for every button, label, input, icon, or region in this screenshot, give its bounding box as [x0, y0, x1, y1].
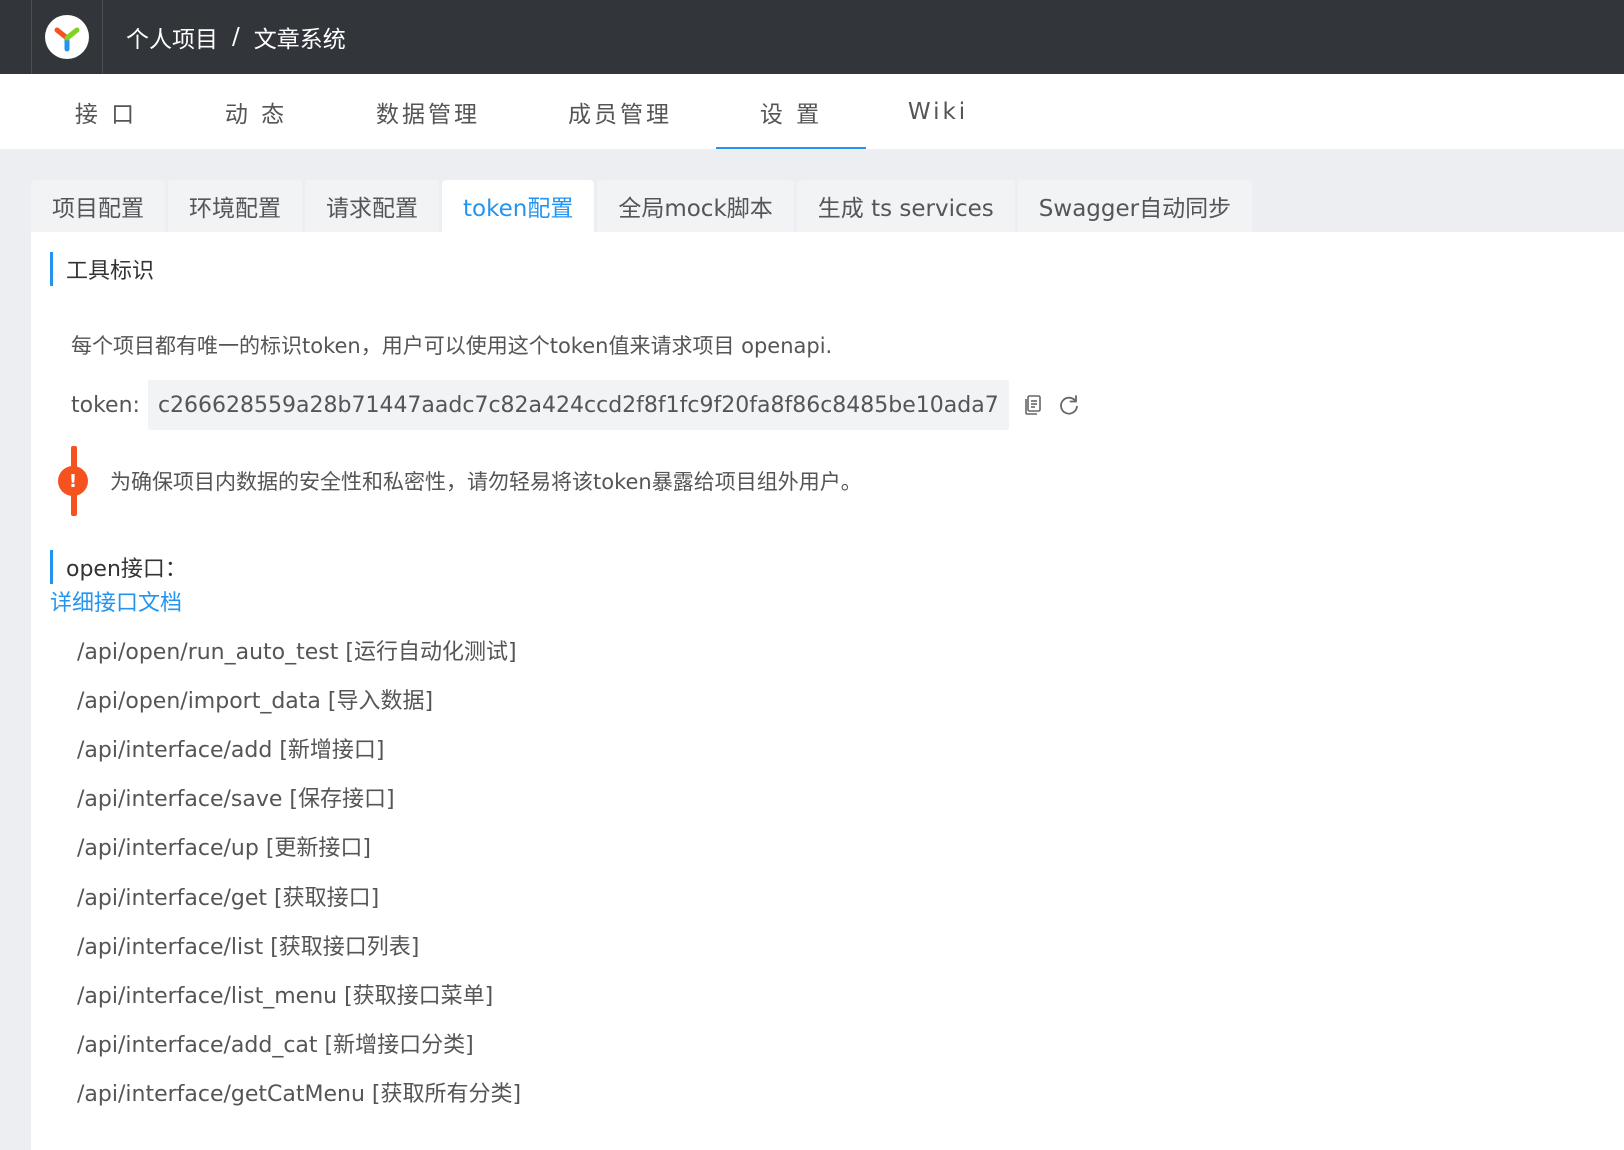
app-logo[interactable]	[45, 15, 89, 59]
nav-item-data[interactable]: 数据管理	[353, 74, 503, 149]
list-item: /api/interface/add_cat [新增接口分类]	[77, 1033, 474, 1059]
settings-tabs: 项目配置 环境配置 请求配置 token配置 全局mock脚本 生成 ts se…	[31, 180, 1253, 232]
yapi-logo-icon	[54, 27, 80, 52]
copy-icon[interactable]	[1021, 393, 1045, 417]
top-header: 个人项目 / 文章系统	[0, 0, 1624, 74]
list-item: /api/interface/list_menu [获取接口菜单]	[77, 983, 494, 1009]
tab-ts-services[interactable]: 生成 ts services	[796, 180, 1015, 232]
list-item: /api/interface/add [新增接口]	[77, 737, 385, 763]
token-description: 每个项目都有唯一的标识token，用户可以使用这个token值来请求项目 ope…	[71, 334, 833, 358]
list-item: /api/interface/get [获取接口]	[77, 885, 380, 911]
tab-swagger-sync[interactable]: Swagger自动同步	[1017, 180, 1253, 232]
list-item: /api/interface/list [获取接口列表]	[77, 934, 420, 960]
nav-item-wiki[interactable]: Wiki	[863, 74, 1013, 149]
token-panel: 工具标识 每个项目都有唯一的标识token，用户可以使用这个token值来请求项…	[31, 232, 1624, 1150]
list-item: /api/interface/getCatMenu [获取所有分类]	[77, 1082, 522, 1108]
tab-project-config[interactable]: 项目配置	[31, 180, 165, 232]
tab-request-config[interactable]: 请求配置	[305, 180, 439, 232]
section-title-tool-id: 工具标识	[50, 252, 154, 286]
section-title-open-api: open接口：	[50, 550, 187, 584]
open-api-list: /api/open/run_auto_test [运行自动化测试] /api/o…	[77, 625, 521, 1117]
list-item: /api/open/import_data [导入数据]	[77, 688, 434, 714]
token-row: token: c266628559a28b71447aadc7c82a424cc…	[71, 380, 1081, 430]
list-item: /api/interface/save [保存接口]	[77, 787, 395, 813]
breadcrumb-project[interactable]: 文章系统	[254, 20, 346, 54]
nav-item-interface[interactable]: 接 口	[31, 74, 181, 149]
project-nav: 接 口 动 态 数据管理 成员管理 设 置 Wiki	[0, 74, 1624, 149]
nav-item-settings[interactable]: 设 置	[716, 74, 866, 149]
nav-item-activity[interactable]: 动 态	[181, 74, 331, 149]
nav-item-members[interactable]: 成员管理	[545, 74, 695, 149]
api-doc-link[interactable]: 详细接口文档	[50, 585, 182, 617]
tab-global-mock[interactable]: 全局mock脚本	[597, 180, 794, 232]
list-item: /api/interface/up [更新接口]	[77, 836, 371, 862]
token-warning: ! 为确保项目内数据的安全性和私密性，请勿轻易将该token暴露给项目组外用户。	[58, 446, 862, 516]
breadcrumb-separator: /	[232, 24, 240, 50]
breadcrumb-group[interactable]: 个人项目	[126, 20, 218, 54]
token-value[interactable]: c266628559a28b71447aadc7c82a424ccd2f8f1f…	[147, 380, 1009, 430]
warning-icon: !	[58, 446, 90, 516]
refresh-icon[interactable]	[1057, 393, 1081, 417]
list-item: /api/open/run_auto_test [运行自动化测试]	[77, 639, 517, 665]
logo-container[interactable]	[31, 0, 103, 74]
tab-token-config[interactable]: token配置	[442, 180, 595, 232]
warning-mark: !	[58, 466, 88, 496]
tab-env-config[interactable]: 环境配置	[168, 180, 302, 232]
warning-text: 为确保项目内数据的安全性和私密性，请勿轻易将该token暴露给项目组外用户。	[110, 470, 862, 494]
breadcrumb: 个人项目 / 文章系统	[126, 0, 346, 74]
token-label: token:	[71, 392, 140, 418]
